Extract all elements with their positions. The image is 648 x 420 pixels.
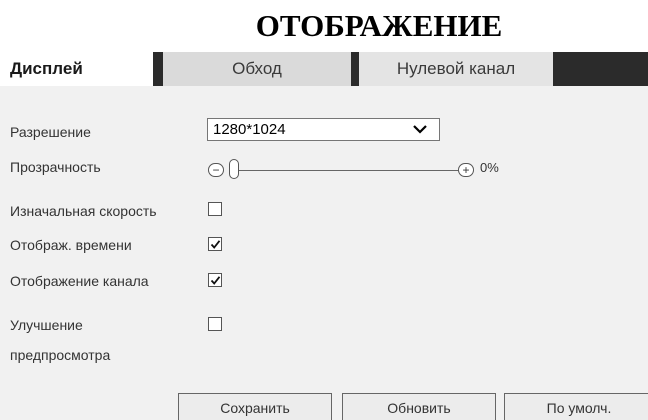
page-heading: ОТОБРАЖЕНИЕ (255, 8, 503, 43)
resolution-value: 1280*1024 (213, 121, 286, 138)
transparency-slider-track[interactable] (236, 170, 458, 171)
tab-tour[interactable]: Обход (163, 52, 351, 86)
checkmark-icon (210, 276, 221, 285)
plus-icon[interactable]: + (458, 163, 474, 177)
show-time-label: Отображ. времени (10, 237, 132, 253)
tab-display[interactable]: Дисплей (0, 52, 153, 86)
settings-panel: Разрешение 1280*1024 Прозрачность − + 0%… (0, 86, 648, 420)
preview-enhance-label-line1: Улучшение (10, 317, 83, 333)
transparency-label: Прозрачность (10, 159, 101, 175)
resolution-select[interactable]: 1280*1024 (207, 118, 440, 141)
chevron-down-icon (413, 125, 427, 134)
transparency-slider-thumb[interactable] (229, 159, 239, 179)
initial-speed-label: Изначальная скорость (10, 203, 157, 219)
refresh-button[interactable]: Обновить (342, 393, 496, 420)
preview-enhance-label-line2: предпросмотра (10, 347, 111, 363)
preview-enhance-checkbox[interactable] (208, 317, 222, 331)
show-time-checkbox[interactable] (208, 237, 222, 251)
initial-speed-checkbox[interactable] (208, 202, 222, 216)
show-channel-label: Отображение канала (10, 273, 149, 289)
save-button[interactable]: Сохранить (178, 393, 332, 420)
resolution-label: Разрешение (10, 124, 91, 140)
tab-zero-channel[interactable]: Нулевой канал (359, 52, 553, 86)
tab-separator (351, 52, 359, 86)
tab-bar: Дисплей Обход Нулевой канал (0, 52, 648, 86)
transparency-value: 0% (480, 160, 499, 175)
minus-icon[interactable]: − (208, 163, 224, 177)
default-button[interactable]: По умолч. (504, 393, 648, 420)
checkmark-icon (210, 240, 221, 249)
tab-separator (153, 52, 163, 86)
show-channel-checkbox[interactable] (208, 273, 222, 287)
